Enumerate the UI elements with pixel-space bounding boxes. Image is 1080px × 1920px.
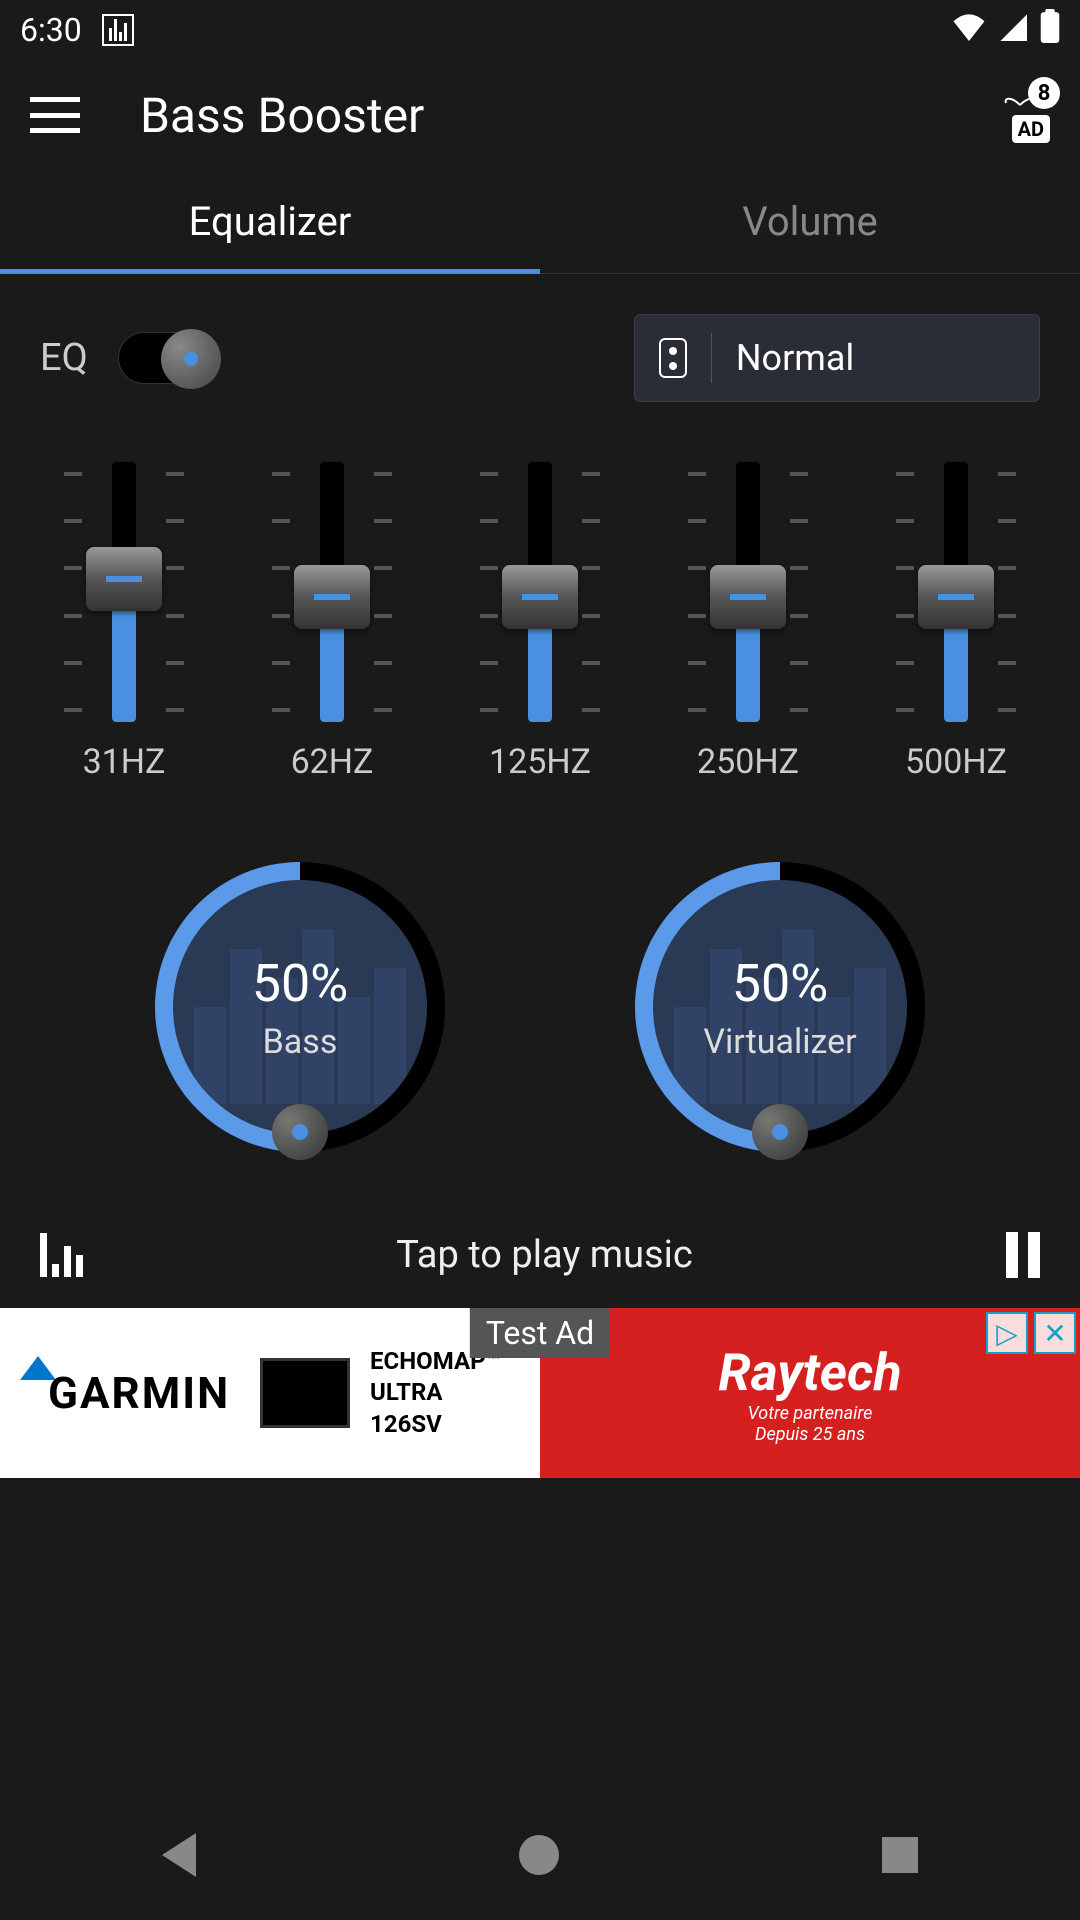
slider-label: 125HZ <box>489 742 591 782</box>
virtualizer-label: Virtualizer <box>703 1022 856 1062</box>
ad-device-image <box>260 1358 350 1428</box>
preset-name: Normal <box>736 337 854 379</box>
knob-handle-icon <box>272 1104 328 1160</box>
equalizer-app-icon <box>102 14 134 46</box>
battery-icon <box>1040 9 1060 51</box>
slider-label: 62HZ <box>291 742 374 782</box>
tab-bar: Equalizer Volume <box>0 170 1080 274</box>
eq-toggle[interactable] <box>118 332 218 384</box>
nav-recent-icon[interactable] <box>882 1837 918 1873</box>
menu-icon[interactable] <box>30 97 80 133</box>
slider-label: 500HZ <box>905 742 1007 782</box>
slider-500hz[interactable] <box>896 462 1016 722</box>
preset-dropdown[interactable]: Normal <box>634 314 1040 402</box>
bass-knob[interactable]: 50% Bass <box>155 862 445 1152</box>
app-title: Bass Booster <box>140 87 994 144</box>
status-time: 6:30 <box>20 11 82 49</box>
slider-label: 31HZ <box>83 742 166 782</box>
pause-icon[interactable] <box>1006 1232 1040 1278</box>
ad-garmin-text: GARMIN <box>48 1367 230 1419</box>
play-bar: Tap to play music <box>0 1202 1080 1308</box>
ad-tagline1: Votre partenaire <box>748 1403 873 1424</box>
ad-gift-button[interactable]: AD 8 <box>994 87 1050 143</box>
slider-62hz[interactable] <box>272 462 392 722</box>
virtualizer-value: 50% <box>732 953 829 1014</box>
eq-sliders: 31HZ 62HZ 125HZ <box>0 422 1080 812</box>
slider-250hz[interactable] <box>688 462 808 722</box>
bass-value: 50% <box>252 953 349 1014</box>
ad-banner[interactable]: Test Ad GARMIN ECHOMAP™ ULTRA 126SV Rayt… <box>0 1308 1080 1478</box>
play-music-text[interactable]: Tap to play music <box>103 1233 986 1277</box>
slider-31hz[interactable] <box>64 462 184 722</box>
nav-back-icon[interactable] <box>162 1833 196 1877</box>
status-bar: 6:30 <box>0 0 1080 60</box>
tab-equalizer[interactable]: Equalizer <box>0 170 540 273</box>
visualizer-icon[interactable] <box>40 1233 83 1277</box>
test-ad-label: Test Ad <box>470 1308 610 1358</box>
ad-close-icon[interactable]: ✕ <box>1034 1312 1076 1354</box>
eq-label: EQ <box>40 336 88 380</box>
bass-label: Bass <box>263 1022 338 1062</box>
slider-label: 250HZ <box>697 742 799 782</box>
wifi-icon <box>952 11 986 49</box>
ad-tagline2: Depuis 25 ans <box>755 1424 865 1445</box>
slider-125hz[interactable] <box>480 462 600 722</box>
effect-knobs: 50% Bass 50% Virtualizer <box>0 812 1080 1202</box>
speaker-icon <box>659 338 687 378</box>
signal-icon <box>998 11 1028 49</box>
ad-label: AD <box>1012 115 1050 143</box>
ad-badge-count: 8 <box>1028 77 1060 109</box>
virtualizer-knob[interactable]: 50% Virtualizer <box>635 862 925 1152</box>
app-header: Bass Booster AD 8 <box>0 60 1080 170</box>
ad-brand: Raytech <box>718 1342 901 1403</box>
knob-handle-icon <box>752 1104 808 1160</box>
ad-product-line2: ULTRA 126SV <box>370 1377 520 1439</box>
tab-volume[interactable]: Volume <box>540 170 1080 273</box>
ad-play-icon[interactable]: ▷ <box>986 1312 1028 1354</box>
navigation-bar <box>0 1790 1080 1920</box>
nav-home-icon[interactable] <box>519 1835 559 1875</box>
